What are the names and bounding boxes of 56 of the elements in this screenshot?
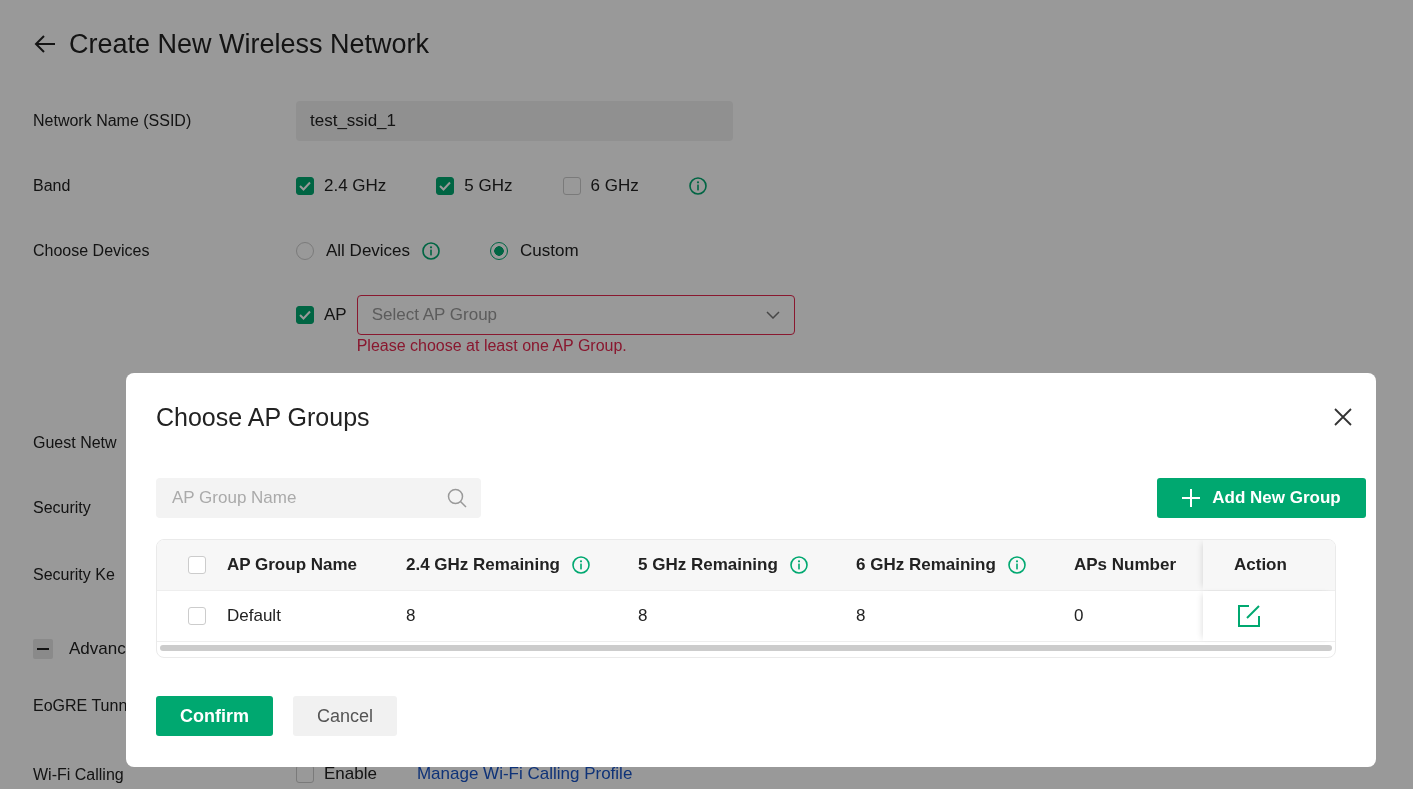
- radio-label: All Devices: [326, 240, 411, 261]
- section-title: Advanc: [69, 639, 126, 659]
- ssid-field[interactable]: test_ssid_1: [296, 100, 733, 141]
- chevron-down-icon: [765, 311, 780, 319]
- plus-icon: [1182, 489, 1201, 507]
- field-label: Network Name (SSID): [33, 111, 192, 130]
- ap-group-select[interactable]: Select AP Group: [356, 295, 795, 335]
- table-cell: 8: [406, 606, 416, 626]
- page-title: Create New Wireless Network: [69, 28, 430, 60]
- field-label: Band: [33, 176, 71, 195]
- check-icon: [299, 310, 311, 320]
- search-field[interactable]: AP Group Name: [156, 478, 481, 518]
- table-cell: Default: [227, 606, 281, 626]
- checkbox[interactable]: [436, 176, 455, 195]
- close-button[interactable]: [1334, 408, 1352, 426]
- column-header: 5 GHz Remaining: [638, 555, 778, 575]
- edit-icon: [1237, 604, 1261, 628]
- row-checkbox[interactable]: [188, 607, 206, 625]
- table-cell: 8: [856, 606, 866, 626]
- field-label: Security Ke: [33, 566, 115, 584]
- checkbox[interactable]: [562, 176, 581, 195]
- checkbox-label: 5 GHz: [464, 175, 513, 196]
- select-all-checkbox[interactable]: [188, 556, 206, 574]
- table-cell: 0: [1074, 606, 1084, 626]
- column-header: AP Group Name: [227, 555, 358, 575]
- checkbox[interactable]: [296, 176, 314, 195]
- add-group-button[interactable]: Add New Group: [1157, 478, 1366, 518]
- checkbox[interactable]: [296, 306, 314, 324]
- column-header: 2.4 GHz Remaining: [406, 555, 560, 575]
- confirm-button[interactable]: Confirm: [156, 696, 273, 736]
- check-icon: [299, 180, 311, 191]
- close-icon: [1334, 408, 1352, 426]
- checkbox-label: 2.4 GHz: [324, 175, 387, 196]
- field-label: EoGRE Tunn: [33, 697, 128, 715]
- dialog-title: Choose AP Groups: [156, 402, 370, 432]
- error-message: Please choose at least one AP Group.: [356, 337, 628, 355]
- cancel-button[interactable]: Cancel: [293, 696, 398, 736]
- column-header: APs Number: [1074, 555, 1177, 575]
- column-header: Action: [1234, 555, 1287, 575]
- search-icon: [447, 488, 467, 508]
- check-icon: [439, 180, 452, 191]
- checkbox-label: AP: [324, 305, 347, 325]
- field-label: Choose Devices: [33, 241, 150, 260]
- field-label: Wi-Fi Calling: [33, 766, 124, 784]
- field-label: Security: [33, 498, 91, 517]
- scrollbar[interactable]: [160, 645, 1332, 651]
- table-cell: 8: [638, 606, 648, 626]
- link[interactable]: Manage Wi-Fi Calling Profile: [416, 764, 633, 784]
- radio-button[interactable]: [490, 241, 509, 260]
- collapse-button[interactable]: [33, 639, 53, 659]
- field-label: Guest Netw: [33, 433, 117, 452]
- radio-label: Custom: [520, 240, 579, 261]
- edit-button[interactable]: [1237, 604, 1261, 628]
- column-header: 6 GHz Remaining: [856, 555, 996, 575]
- checkbox-label: Enable: [324, 764, 377, 784]
- checkbox-label: 6 GHz: [590, 175, 639, 196]
